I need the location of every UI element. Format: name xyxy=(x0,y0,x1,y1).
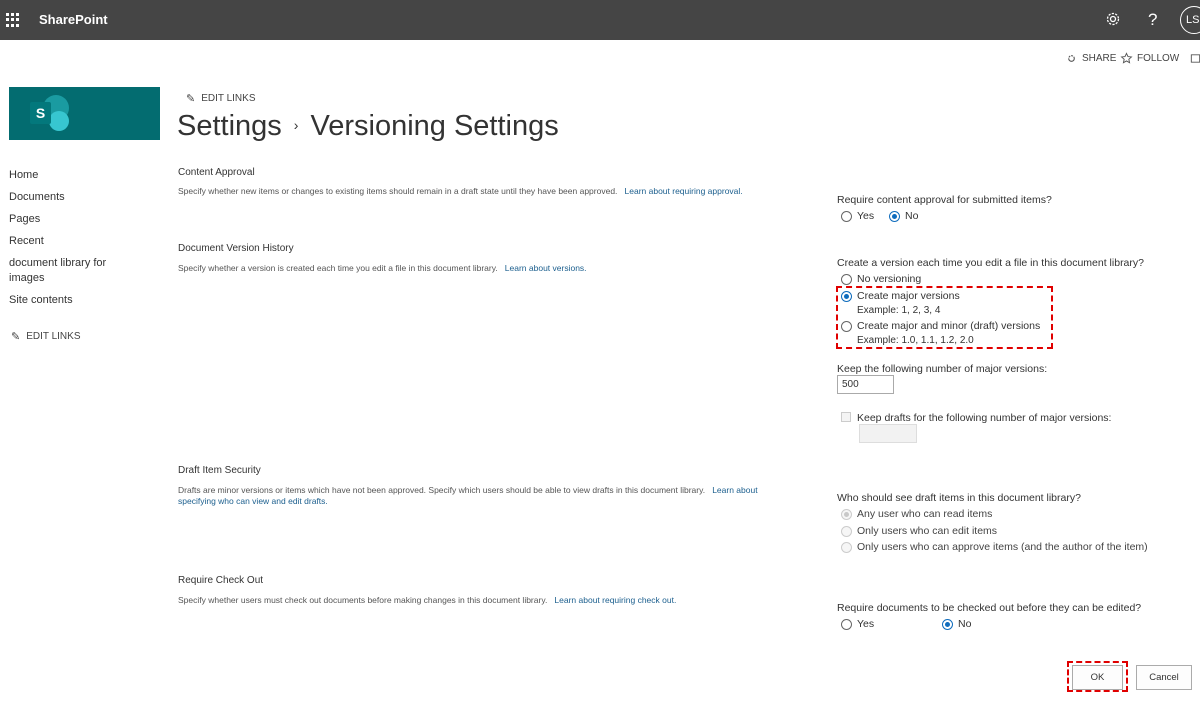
draft-security-title: Draft Item Security xyxy=(178,465,261,476)
brand-title[interactable]: SharePoint xyxy=(39,12,108,27)
draft-any-reader-option[interactable]: Any user who can read items xyxy=(841,508,992,520)
content-approval-desc: Specify whether new items or changes to … xyxy=(178,186,788,197)
check-out-desc: Specify whether users must check out doc… xyxy=(178,595,788,606)
draft-security-desc: Drafts are minor versions or items which… xyxy=(178,485,788,507)
radio-button-selected[interactable] xyxy=(841,508,852,520)
app-launcher-icon[interactable] xyxy=(6,13,20,27)
focus-mode-icon[interactable] xyxy=(1189,52,1200,65)
keep-drafts-label: Keep drafts for the following number of … xyxy=(857,412,1112,424)
breadcrumb-separator-icon: › xyxy=(293,117,299,133)
gear-icon[interactable] xyxy=(1105,11,1121,32)
action-bar: SHARE FOLLOW xyxy=(0,52,1200,70)
follow-button[interactable]: FOLLOW xyxy=(1120,52,1179,65)
radio-button[interactable] xyxy=(841,525,852,537)
drafts-versions-input[interactable] xyxy=(859,424,917,443)
content-approval-learn-link[interactable]: Learn about requiring approval. xyxy=(625,186,743,196)
site-logo[interactable]: S xyxy=(9,87,160,140)
top-edit-links-label: EDIT LINKS xyxy=(201,93,256,104)
nav-item-document-library[interactable]: document library for images xyxy=(9,256,114,286)
version-history-title: Document Version History xyxy=(178,243,294,254)
version-history-desc-text: Specify whether a version is created eac… xyxy=(178,263,498,273)
share-icon xyxy=(1068,55,1075,62)
logo-circle xyxy=(49,111,69,131)
top-edit-links[interactable]: ✎ EDIT LINKS xyxy=(186,92,256,105)
follow-label: FOLLOW xyxy=(1137,53,1180,64)
option-label: Yes xyxy=(857,618,875,630)
version-history-desc: Specify whether a version is created eac… xyxy=(178,263,788,274)
keep-drafts-checkbox[interactable] xyxy=(841,412,851,422)
content-approval-yes[interactable]: Yes xyxy=(841,210,874,222)
draft-editors-option[interactable]: Only users who can edit items xyxy=(841,525,997,537)
content-approval-title: Content Approval xyxy=(178,167,255,178)
radio-button[interactable] xyxy=(841,210,852,222)
check-out-question: Require documents to be checked out befo… xyxy=(837,602,1142,614)
ok-button[interactable]: OK xyxy=(1072,665,1123,690)
draft-approvers-option[interactable]: Only users who can approve items (and th… xyxy=(841,541,1148,553)
version-history-question: Create a version each time you edit a fi… xyxy=(837,257,1144,269)
radio-button[interactable] xyxy=(841,541,852,553)
radio-button-selected[interactable] xyxy=(889,210,900,222)
draft-security-desc-text: Drafts are minor versions or items which… xyxy=(178,485,706,495)
version-history-learn-link[interactable]: Learn about versions. xyxy=(505,263,587,273)
pencil-icon: ✎ xyxy=(11,331,21,343)
content-approval-question: Require content approval for submitted i… xyxy=(837,194,1052,206)
option-label: No xyxy=(905,210,919,222)
avatar[interactable]: LS xyxy=(1180,6,1200,34)
no-versioning-option[interactable]: No versioning xyxy=(841,273,921,285)
cancel-button[interactable]: Cancel xyxy=(1136,665,1192,690)
content-approval-no[interactable]: No xyxy=(889,210,918,222)
option-label: No versioning xyxy=(857,273,922,285)
highlight-box xyxy=(836,286,1053,349)
option-label: No xyxy=(958,618,972,630)
content-approval-desc-text: Specify whether new items or changes to … xyxy=(178,186,618,196)
breadcrumb-current: Versioning Settings xyxy=(310,110,559,142)
help-icon[interactable]: ? xyxy=(1148,11,1157,29)
radio-button-selected[interactable] xyxy=(942,618,953,630)
page-title: Settings › Versioning Settings xyxy=(177,110,559,143)
draft-security-question: Who should see draft items in this docum… xyxy=(837,492,1081,504)
check-out-title: Require Check Out xyxy=(178,575,264,586)
nav-item-pages[interactable]: Pages xyxy=(9,212,159,227)
check-out-learn-link[interactable]: Learn about requiring check out. xyxy=(554,595,676,605)
breadcrumb-settings[interactable]: Settings xyxy=(177,110,282,142)
check-out-yes[interactable]: Yes xyxy=(841,618,874,630)
check-out-desc-text: Specify whether users must check out doc… xyxy=(178,595,548,605)
check-out-no[interactable]: No xyxy=(942,618,971,630)
radio-button[interactable] xyxy=(841,618,852,630)
suite-bar: SharePoint ? LS xyxy=(0,0,1200,40)
nav-item-site-contents[interactable]: Site contents xyxy=(9,293,159,308)
option-label: Only users who can approve items (and th… xyxy=(857,541,1148,553)
major-versions-input[interactable]: 500 xyxy=(837,375,894,394)
nav-item-recent[interactable]: Recent xyxy=(9,234,159,249)
star-icon xyxy=(1120,52,1133,64)
share-button[interactable]: SHARE xyxy=(1065,52,1116,65)
nav-edit-links-label: EDIT LINKS xyxy=(26,331,81,342)
quick-launch-nav: Home Documents Pages Recent document lib… xyxy=(9,168,159,315)
nav-edit-links[interactable]: ✎ EDIT LINKS xyxy=(11,330,81,343)
keep-major-versions-label: Keep the following number of major versi… xyxy=(837,363,1048,375)
nav-item-home[interactable]: Home xyxy=(9,168,159,183)
pencil-icon: ✎ xyxy=(186,93,196,105)
option-label: Only users who can edit items xyxy=(857,525,998,537)
sharepoint-logo-icon: S xyxy=(30,102,51,124)
share-label: SHARE xyxy=(1082,53,1117,64)
radio-button[interactable] xyxy=(841,273,852,285)
option-label: Yes xyxy=(857,210,875,222)
nav-item-documents[interactable]: Documents xyxy=(9,190,159,205)
option-label: Any user who can read items xyxy=(857,508,993,520)
